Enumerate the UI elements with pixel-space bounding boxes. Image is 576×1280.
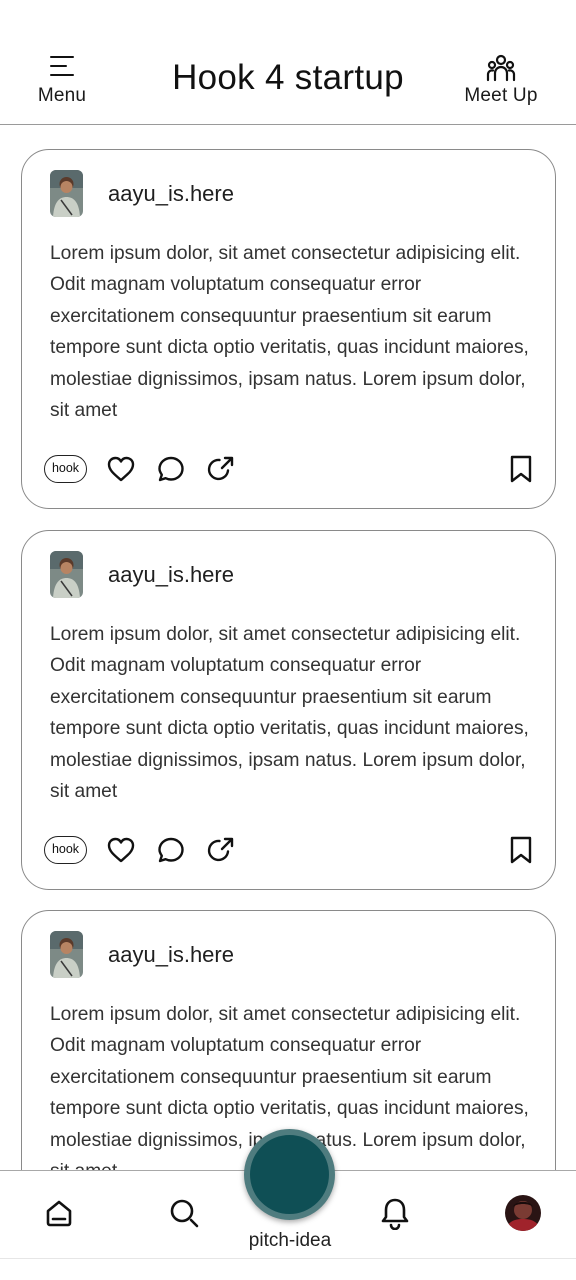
like-button[interactable] xyxy=(106,454,138,486)
post-username[interactable]: aayu_is.here xyxy=(108,942,234,968)
nav-search[interactable] xyxy=(168,1197,202,1231)
post-username[interactable]: aayu_is.here xyxy=(108,181,234,207)
user-avatar[interactable] xyxy=(50,170,83,217)
post-text: Lorem ipsum dolor, sit amet consectetur … xyxy=(50,624,529,803)
meetup-label: Meet Up xyxy=(464,85,538,106)
bell-icon xyxy=(381,1198,409,1231)
like-button[interactable] xyxy=(106,835,138,867)
bookmark-icon xyxy=(510,836,532,864)
bookmark-icon xyxy=(510,455,532,483)
post-feed[interactable]: aayu_is.here Lorem ipsum dolor, sit amet… xyxy=(0,126,576,1170)
post-card: aayu_is.here Lorem ipsum dolor, sit amet… xyxy=(21,149,556,509)
comment-button[interactable] xyxy=(156,835,188,867)
comment-icon xyxy=(158,456,184,482)
post-card: aayu_is.here Lorem ipsum dolor, sit amet… xyxy=(21,530,556,890)
people-group-icon xyxy=(486,54,516,82)
user-avatar[interactable] xyxy=(50,931,83,978)
search-icon xyxy=(170,1199,199,1228)
bookmark-button[interactable] xyxy=(506,454,538,486)
post-actions: hook xyxy=(44,450,539,490)
app-header: Menu Hook 4 startup Meet Up xyxy=(0,0,576,125)
comment-icon xyxy=(158,837,184,863)
home-icon xyxy=(46,1200,72,1227)
post-actions: hook xyxy=(44,831,539,871)
pitch-idea-button[interactable] xyxy=(244,1129,335,1220)
heart-icon xyxy=(107,837,135,863)
profile-avatar[interactable] xyxy=(505,1195,541,1231)
share-button[interactable] xyxy=(206,454,238,486)
system-gesture-bar xyxy=(0,1258,576,1280)
pitch-idea-label[interactable]: pitch-idea xyxy=(232,1230,348,1252)
share-icon xyxy=(207,456,234,481)
post-username[interactable]: aayu_is.here xyxy=(108,562,234,588)
post-text: Lorem ipsum dolor, sit amet consectetur … xyxy=(50,243,529,422)
comment-button[interactable] xyxy=(156,454,188,486)
share-button[interactable] xyxy=(206,835,238,867)
share-icon xyxy=(207,837,234,862)
hook-button[interactable]: hook xyxy=(44,455,87,483)
heart-icon xyxy=(107,456,135,482)
meetup-button[interactable]: Meet Up xyxy=(452,52,550,112)
nav-home[interactable] xyxy=(43,1197,77,1231)
bookmark-button[interactable] xyxy=(506,835,538,867)
user-avatar[interactable] xyxy=(50,551,83,598)
nav-notifications[interactable] xyxy=(379,1196,413,1231)
hook-button[interactable]: hook xyxy=(44,836,87,864)
